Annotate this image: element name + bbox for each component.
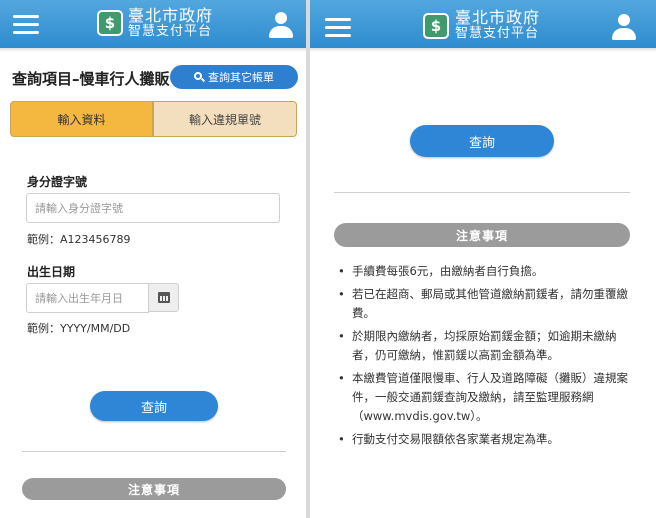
menu-icon[interactable] <box>13 15 39 35</box>
calendar-button[interactable] <box>148 283 179 312</box>
notice-item: 本繳費管道僅限慢車、行人及道路障礙（攤販）違規案件，一般交通罰鍰查詢及繳納，請至… <box>338 369 638 426</box>
search-other-bills-button[interactable]: 查詢其它帳單 <box>170 65 298 89</box>
notice-bar: 注意事項 <box>334 223 630 247</box>
notice-item: 行動支付交易限額依各家業者規定為準。 <box>338 430 638 449</box>
divider <box>22 451 286 452</box>
brand-title-line1: 臺北市政府 <box>455 8 541 27</box>
notice-bar: 注意事項 <box>22 478 286 500</box>
app-header: $ 臺北市政府 智慧支付平台 <box>310 0 656 48</box>
search-icon <box>194 72 206 83</box>
header-shadow <box>0 48 306 52</box>
header-shadow <box>310 48 656 52</box>
id-number-input[interactable]: 請輸入身分證字號 <box>26 193 280 223</box>
tab-input-ticket-number[interactable]: 輸入違規單號 <box>153 101 297 137</box>
brand-title-line2: 智慧支付平台 <box>128 23 213 39</box>
left-screen: $ 臺北市政府 智慧支付平台 查詢項目–慢車行人攤販 查詢其它帳單 輸入資料 輸… <box>0 0 306 518</box>
logo-icon: $ <box>423 13 449 39</box>
notice-item: 若已在超商、郵局或其他管道繳納罰鍰者，請勿重覆繳費。 <box>338 285 638 323</box>
tab-input-data[interactable]: 輸入資料 <box>10 101 153 137</box>
birthdate-label: 出生日期 <box>27 265 76 279</box>
app-header: $ 臺北市政府 智慧支付平台 <box>0 0 306 48</box>
logo-icon: $ <box>97 10 123 36</box>
page-title: 查詢項目–慢車行人攤販 <box>12 70 170 88</box>
query-button[interactable]: 查詢 <box>410 125 554 157</box>
birthdate-input[interactable]: 請輸入出生年月日 <box>26 283 149 313</box>
notice-list: 手續費每張6元，由繳納者自行負擔。 若已在超商、郵局或其他管道繳納罰鍰者，請勿重… <box>338 262 638 453</box>
user-icon[interactable] <box>269 12 293 38</box>
brand-title: 臺北市政府 智慧支付平台 <box>455 8 541 41</box>
brand-title: 臺北市政府 智慧支付平台 <box>128 6 214 39</box>
id-number-label: 身分證字號 <box>27 175 88 189</box>
id-number-example: 範例：A123456789 <box>27 233 131 246</box>
brand-title-line2: 智慧支付平台 <box>455 25 540 41</box>
user-icon[interactable] <box>612 14 636 40</box>
calendar-icon <box>157 292 170 303</box>
notice-item: 手續費每張6元，由繳納者自行負擔。 <box>338 262 638 281</box>
query-button[interactable]: 查詢 <box>90 391 218 421</box>
search-other-bills-label: 查詢其它帳單 <box>208 71 274 84</box>
divider <box>334 192 630 193</box>
birthdate-example: 範例：YYYY/MM/DD <box>27 322 131 335</box>
brand-title-line1: 臺北市政府 <box>128 6 214 25</box>
notice-item: 於期限內繳納者，均採原始罰鍰金額；如逾期未繳納者，仍可繳納，惟罰鍰以高罰金額為準… <box>338 327 638 365</box>
menu-icon[interactable] <box>325 18 351 38</box>
